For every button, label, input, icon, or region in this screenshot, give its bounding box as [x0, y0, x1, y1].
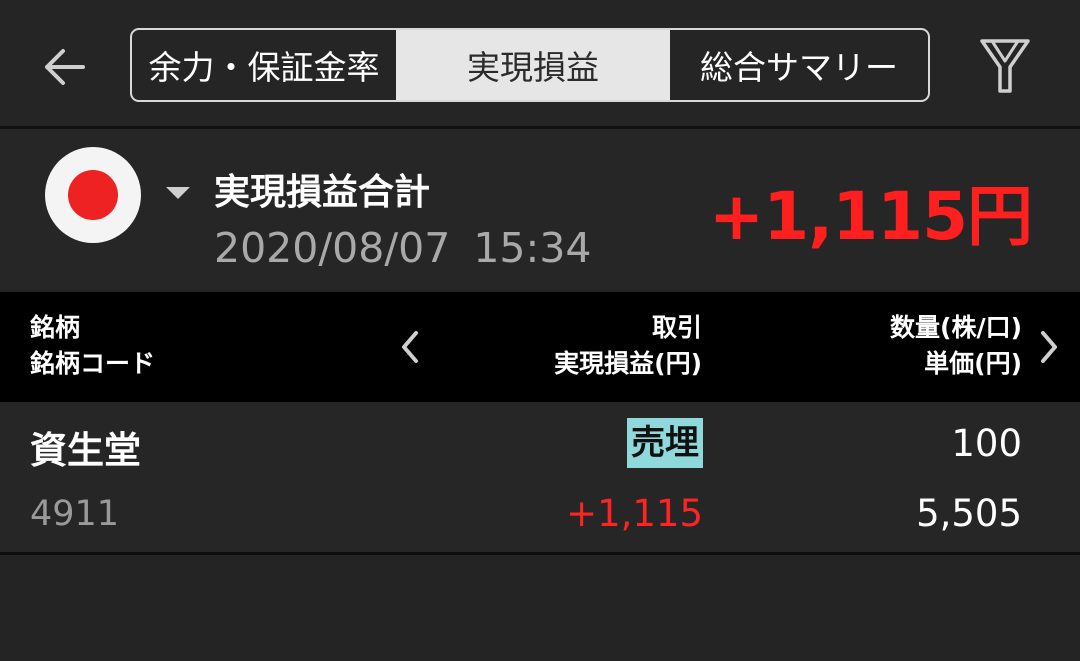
segmented-tabs: 余力・保証金率 実現損益 総合サマリー — [130, 28, 930, 102]
stock-name: 資生堂 — [30, 429, 141, 472]
table-row[interactable]: 資生堂 4911 売埋 +1,115 100 5,505 — [0, 402, 1080, 552]
tab-total-summary[interactable]: 総合サマリー — [670, 30, 928, 100]
header-trade-line2: 実現損益(円) — [554, 349, 702, 378]
summary-datetime: 2020/08/07 15:34 — [214, 224, 592, 272]
pnl-summary: 実現損益合計 2020/08/07 15:34 +1,115円 — [0, 129, 1080, 291]
chevron-down-icon[interactable] — [166, 187, 190, 199]
header-name: 銘柄 銘柄コード — [30, 310, 155, 382]
header-trade: 取引 実現損益(円) — [554, 310, 702, 382]
trade-type-badge: 売埋 — [627, 418, 703, 468]
flag-sun — [68, 170, 118, 220]
chevron-left-icon — [402, 331, 418, 363]
arrow-left-icon — [45, 49, 85, 85]
empty-list-area — [0, 555, 1080, 661]
chevron-right-icon — [1041, 331, 1057, 363]
header-quantity-line1: 数量(株/口) — [890, 313, 1022, 342]
column-next-button[interactable] — [1034, 327, 1064, 367]
tab-realized-pnl[interactable]: 実現損益 — [396, 30, 670, 100]
header-name-line1: 銘柄 — [30, 313, 81, 342]
back-button[interactable] — [36, 42, 92, 92]
summary-title: 実現損益合計 — [214, 172, 431, 213]
header-name-line2: 銘柄コード — [30, 349, 156, 378]
summary-total: +1,115円 — [708, 178, 1033, 255]
column-prev-button[interactable] — [395, 327, 425, 367]
unit-price-value: 5,505 — [916, 492, 1022, 535]
filter-icon — [980, 39, 1030, 93]
realized-pnl-value: +1,115 — [566, 492, 703, 535]
japan-flag-icon[interactable] — [45, 147, 141, 243]
header-bar: 余力・保証金率 実現損益 総合サマリー — [0, 0, 1080, 126]
header-quantity: 数量(株/口) 単価(円) — [890, 310, 1022, 382]
table-header: 銘柄 銘柄コード 取引 実現損益(円) 数量(株/口) 単価(円) — [0, 292, 1080, 402]
tab-margin-ratio[interactable]: 余力・保証金率 — [132, 30, 396, 100]
header-trade-line1: 取引 — [651, 313, 702, 342]
quantity-value: 100 — [951, 422, 1022, 465]
header-quantity-line2: 単価(円) — [924, 349, 1022, 378]
filter-button[interactable] — [972, 34, 1038, 100]
stock-code: 4911 — [30, 494, 120, 534]
realized-pnl-screen: 余力・保証金率 実現損益 総合サマリー 実現損益合計 2020/08/07 15… — [0, 0, 1080, 661]
